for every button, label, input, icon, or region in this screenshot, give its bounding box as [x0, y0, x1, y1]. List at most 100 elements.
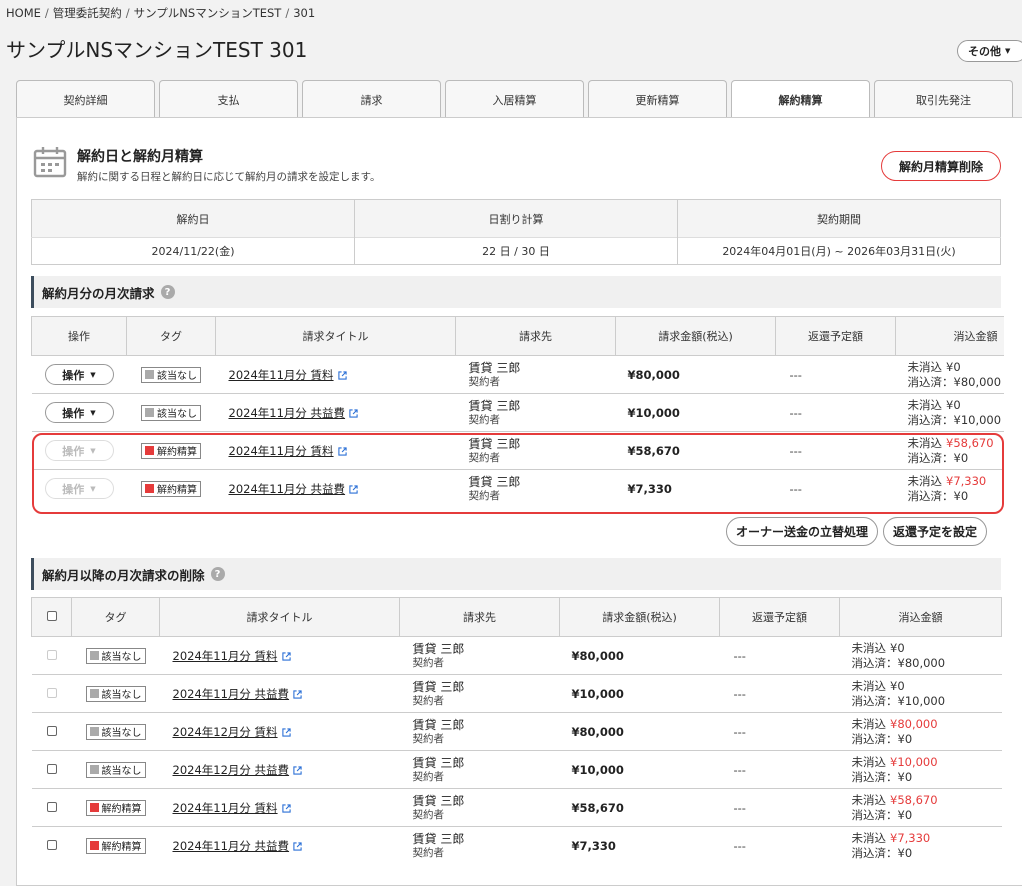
operation-label: 操作 — [62, 368, 85, 382]
tag-badge: 解約精算 — [85, 837, 146, 854]
column-header: 請求金額(税込) — [559, 597, 720, 637]
billing-title-link[interactable]: 2024年11月分 共益費 — [173, 687, 290, 701]
row-checkbox[interactable] — [46, 801, 57, 812]
caret-down-icon: ▼ — [90, 484, 96, 493]
tab-contract-details[interactable]: 契約詳細 — [16, 80, 155, 118]
select-all-checkbox[interactable] — [46, 610, 57, 621]
help-icon[interactable]: ? — [160, 285, 175, 299]
title-cell: 2024年11月分 共益費 — [159, 826, 400, 865]
billing-title-link[interactable]: 2024年11月分 共益費 — [229, 482, 346, 496]
unreconciled-line: 未消込 ¥7,330 — [908, 474, 1004, 489]
external-link-icon — [293, 765, 302, 775]
op-cell: 操作 ▼ — [31, 469, 127, 508]
reconciliation-cell: 未消込 ¥58,670 消込済：¥0 — [839, 788, 1002, 827]
reconciliation-cell: 未消込 ¥0 消込済：¥80,000 — [895, 355, 1004, 394]
tag-badge: 該当なし — [85, 647, 146, 664]
row-checkbox[interactable] — [46, 763, 57, 774]
breadcrumb-property[interactable]: サンプルNSマンションTEST — [134, 6, 282, 20]
tag-cell: 解約精算 — [126, 469, 216, 508]
refund-cell: --- — [719, 750, 840, 789]
reconciled-line: 消込済：¥80,000 — [852, 656, 1002, 671]
deletion-heading: 解約月以降の月次請求の削除 ? — [31, 558, 1001, 590]
contract-period: 2024年04月01日(月) ~ 2026年03月31日(火) — [677, 237, 1001, 265]
reconciled-amount: ¥0 — [897, 769, 913, 784]
unreconciled-amount: ¥7,330 — [890, 830, 931, 845]
reconciled-amount: ¥0 — [897, 807, 913, 822]
column-header: 請求先 — [399, 597, 560, 637]
tag-color-swatch — [89, 651, 99, 660]
billing-title-link[interactable]: 2024年11月分 賃料 — [173, 801, 278, 815]
tab-vendor-orders[interactable]: 取引先発注 — [874, 80, 1013, 118]
row-checkbox[interactable] — [46, 839, 57, 850]
reconciliation-cell: 未消込 ¥7,330 消込済：¥0 — [895, 469, 1004, 508]
payer-name: 賃貸 三郎 — [468, 474, 521, 489]
unreconciled-label: 未消込 — [851, 640, 887, 655]
tag-label: 解約精算 — [101, 804, 142, 815]
row-operation-button[interactable]: 操作 ▼ — [44, 478, 114, 500]
payer-name: 賃貸 三郎 — [412, 641, 465, 656]
checkbox-cell — [31, 674, 72, 713]
row-operation-button[interactable]: 操作 ▼ — [44, 440, 114, 461]
amount-cell: ¥58,670 — [559, 788, 720, 827]
unreconciled-amount: ¥0 — [890, 640, 905, 655]
refund-cell: --- — [719, 788, 840, 827]
column-header: 返還予定額 — [719, 597, 840, 637]
delete-termination-settlement-button[interactable]: 解約月精算削除 — [881, 151, 1001, 181]
tag-label: 該当なし — [101, 728, 142, 739]
unreconciled-label: 未消込 — [907, 359, 943, 374]
title-cell: 2024年11月分 共益費 — [215, 469, 456, 508]
payer-name: 賃貸 三郎 — [412, 793, 465, 808]
payer-role: 契約者 — [468, 375, 501, 388]
tab-move-in-settlement[interactable]: 入居精算 — [445, 80, 584, 118]
tag-badge: 解約精算 — [141, 442, 201, 459]
tab-termination-settlement[interactable]: 解約精算 — [731, 80, 870, 119]
tag-label: 該当なし — [157, 409, 197, 420]
reconciled-line: 消込済：¥0 — [852, 732, 1002, 747]
help-icon[interactable]: ? — [210, 567, 225, 581]
billing-title-link[interactable]: 2024年11月分 賃料 — [229, 444, 334, 458]
unreconciled-label: 未消込 — [851, 716, 887, 731]
billing-title-link[interactable]: 2024年11月分 共益費 — [173, 839, 290, 853]
row-operation-button[interactable]: 操作 ▼ — [44, 364, 114, 385]
other-menu-button[interactable]: その他 ▼ — [957, 40, 1022, 62]
set-refund-button[interactable]: 返還予定を設定 — [883, 517, 988, 546]
breadcrumb-separator: / — [125, 6, 130, 20]
billing-title-link[interactable]: 2024年11月分 賃料 — [173, 649, 278, 663]
row-checkbox[interactable] — [46, 725, 57, 736]
caret-down-icon: ▼ — [90, 446, 96, 455]
tag-color-swatch — [145, 408, 154, 417]
tag-color-swatch — [89, 803, 99, 812]
tab-billing[interactable]: 請求 — [302, 80, 441, 118]
monthly-billing-row: 操作 ▼ 解約精算 2024年11月分 共益費 賃貸 三郎 契約者 ¥7,330 --- 未消込… — [31, 469, 1004, 508]
column-header: 消込金額 — [839, 597, 1002, 637]
refund-cell: --- — [719, 712, 840, 751]
breadcrumb-home[interactable]: HOME — [6, 6, 41, 20]
billing-title-link[interactable]: 2024年12月分 共益費 — [173, 763, 290, 777]
deletion-heading-text: 解約月以降の月次請求の削除 — [42, 567, 205, 583]
external-link-icon — [281, 727, 291, 737]
tag-color-swatch — [89, 689, 99, 698]
billing-title-link[interactable]: 2024年12月分 賃料 — [173, 725, 278, 739]
tab-renewal-settlement[interactable]: 更新精算 — [588, 80, 727, 118]
reconciled-separator: ： — [886, 731, 898, 746]
amount-cell: ¥80,000 — [615, 355, 776, 394]
unreconciled-line: 未消込 ¥58,670 — [908, 436, 1004, 451]
payer-role: 契約者 — [412, 808, 445, 821]
column-header: 請求金額(税込) — [615, 316, 776, 356]
reconciliation-cell: 未消込 ¥80,000 消込済：¥0 — [839, 712, 1002, 751]
unreconciled-amount: ¥10,000 — [890, 754, 938, 769]
billing-title-link[interactable]: 2024年11月分 賃料 — [229, 368, 334, 382]
owner-advance-payment-button[interactable]: オーナー送金の立替処理 — [726, 517, 879, 546]
unreconciled-label: 未消込 — [907, 473, 943, 488]
tab-payments[interactable]: 支払 — [159, 80, 298, 118]
billing-title-link[interactable]: 2024年11月分 共益費 — [229, 406, 346, 420]
tag-cell: 解約精算 — [126, 431, 216, 470]
reconciled-line: 消込済：¥0 — [852, 846, 1002, 861]
breadcrumb-contracts[interactable]: 管理委託契約 — [53, 6, 122, 20]
unreconciled-label: 未消込 — [851, 754, 887, 769]
termination-date: 2024/11/22(金) — [31, 237, 355, 265]
unreconciled-line: 未消込 ¥0 — [908, 360, 1004, 375]
section-title: 解約日と解約月精算 — [77, 149, 203, 165]
title-cell: 2024年11月分 賃料 — [159, 788, 400, 827]
row-operation-button[interactable]: 操作 ▼ — [44, 402, 114, 423]
